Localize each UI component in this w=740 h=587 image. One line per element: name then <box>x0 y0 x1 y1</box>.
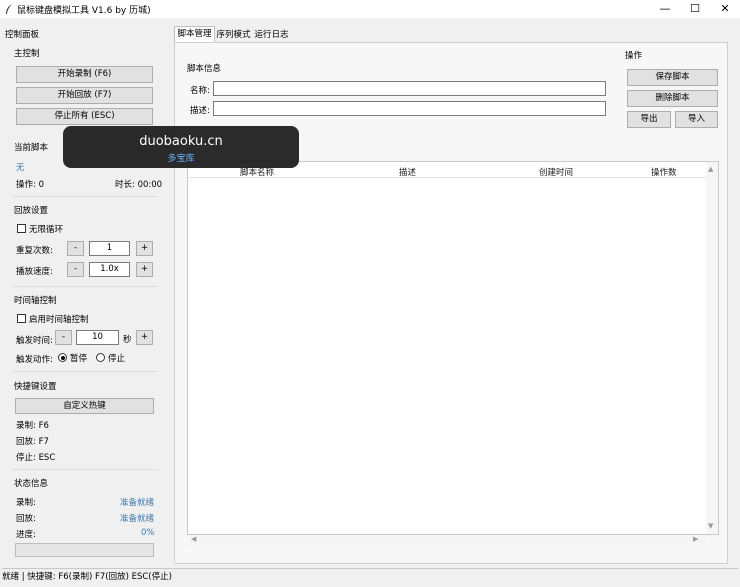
play-status-value: 准备就绪 <box>120 514 155 524</box>
duration: 时长: 00:00 <box>115 180 163 190</box>
name-label: 名称: <box>190 86 210 96</box>
repeat-minus-button[interactable]: - <box>67 241 84 256</box>
pause-label: 暂停 <box>70 354 88 364</box>
export-button[interactable]: 导出 <box>627 111 671 128</box>
trigger-action-label: 触发动作: <box>16 355 53 365</box>
script-table[interactable] <box>187 161 719 535</box>
scroll-up-icon[interactable]: ▲ <box>708 165 713 173</box>
name-input[interactable] <box>213 81 606 96</box>
current-script-name: 无 <box>16 163 25 173</box>
seconds-unit: 秒 <box>123 335 132 345</box>
watermark-name: 多宝库 <box>167 154 195 164</box>
ops-count: 操作: 0 <box>16 180 44 190</box>
hotkey-stop: 停止: ESC <box>16 453 56 463</box>
scroll-down-icon[interactable]: ▼ <box>708 522 713 530</box>
trigger-time-input[interactable]: 10 <box>76 330 119 345</box>
main-control-title: 主控制 <box>14 49 40 59</box>
custom-hotkey-button[interactable]: 自定义热键 <box>15 398 154 414</box>
window-title: 鼠标键盘模拟工具 V1.6 by 历城) <box>17 6 151 16</box>
divider <box>12 371 158 372</box>
progress-value: 0% <box>141 528 155 538</box>
speed-minus-button[interactable]: - <box>67 262 84 277</box>
play-status-label: 回放: <box>16 514 36 524</box>
divider <box>12 196 158 197</box>
pause-radio[interactable] <box>58 353 67 362</box>
repeat-input[interactable]: 1 <box>89 241 130 256</box>
record-status-value: 准备就绪 <box>120 498 155 508</box>
status-bar: 就绪 | 快捷键: F6(录制) F7(回放) ESC(停止) <box>2 568 738 586</box>
infinite-loop-label: 无限循环 <box>29 225 64 235</box>
table-header-divider <box>188 177 706 178</box>
progress-label: 进度: <box>16 530 36 540</box>
hotkey-record: 录制: F6 <box>16 421 49 431</box>
infinite-loop-checkbox[interactable] <box>17 224 26 233</box>
control-panel-title: 控制面板 <box>5 30 40 40</box>
maximize-button[interactable]: ☐ <box>681 0 709 18</box>
start-record-button[interactable]: 开始录制 (F6) <box>16 66 153 83</box>
actions-title: 操作 <box>625 51 643 61</box>
playback-settings-title: 回放设置 <box>14 206 49 216</box>
speed-input[interactable]: 1.0x <box>89 262 130 277</box>
trigger-plus-button[interactable]: + <box>136 330 153 345</box>
speed-plus-button[interactable]: + <box>136 262 153 277</box>
record-status-label: 录制: <box>16 498 36 508</box>
description-input[interactable] <box>213 101 606 116</box>
watermark-overlay: duobaoku.cn 多宝库 <box>63 126 299 168</box>
close-button[interactable]: ✕ <box>711 0 739 18</box>
current-script-title: 当前脚本 <box>14 143 49 153</box>
scroll-right-icon[interactable]: ▶ <box>693 535 698 543</box>
description-label: 描述: <box>190 106 210 116</box>
delete-script-button[interactable]: 删除脚本 <box>627 90 718 107</box>
speed-label: 播放速度: <box>16 267 53 277</box>
feather-icon <box>6 4 12 14</box>
scroll-left-icon[interactable]: ◀ <box>191 535 196 543</box>
repeat-plus-button[interactable]: + <box>136 241 153 256</box>
horizontal-scrollbar[interactable]: ◀ ▶ <box>188 535 706 546</box>
title-bar: 鼠标键盘模拟工具 V1.6 by 历城) — ☐ ✕ <box>0 0 740 18</box>
start-play-button[interactable]: 开始回放 (F7) <box>16 87 153 104</box>
save-script-button[interactable]: 保存脚本 <box>627 69 718 86</box>
minimize-button[interactable]: — <box>651 0 679 18</box>
timeline-title: 时间轴控制 <box>14 296 57 306</box>
watermark-site: duobaoku.cn <box>139 134 223 149</box>
import-button[interactable]: 导入 <box>675 111 718 128</box>
hotkeys-title: 快捷键设置 <box>14 382 57 392</box>
hotkey-play: 回放: F7 <box>16 437 49 447</box>
status-info-title: 状态信息 <box>14 479 49 489</box>
divider <box>12 469 158 470</box>
tab-script-management[interactable]: 脚本管理 <box>174 26 215 43</box>
trigger-minus-button[interactable]: - <box>55 330 72 345</box>
enable-timeline-checkbox[interactable] <box>17 314 26 323</box>
stop-all-button[interactable]: 停止所有 (ESC) <box>16 108 153 125</box>
tab-run-log[interactable]: 运行日志 <box>253 28 290 42</box>
tab-sequence-mode[interactable]: 序列模式 <box>215 28 252 42</box>
repeat-label: 重复次数: <box>16 246 53 256</box>
script-info-title: 脚本信息 <box>187 64 222 74</box>
stop-label: 停止 <box>108 354 126 364</box>
progress-bar <box>15 543 154 557</box>
enable-timeline-label: 启用时间轴控制 <box>29 315 89 325</box>
divider <box>12 286 158 287</box>
trigger-time-label: 触发时间: <box>16 336 53 346</box>
vertical-scrollbar[interactable]: ▲ ▼ <box>706 162 718 534</box>
stop-radio[interactable] <box>96 353 105 362</box>
